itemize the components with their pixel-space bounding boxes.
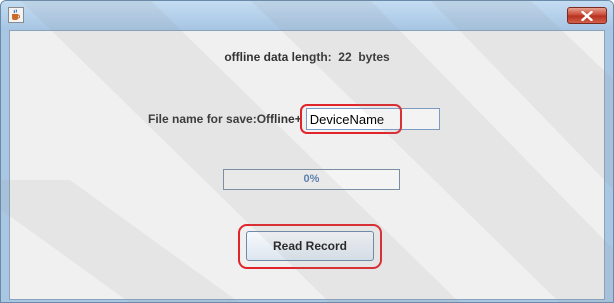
close-button[interactable] xyxy=(567,7,607,24)
offline-data-length-label: offline data length: 22 bytes xyxy=(224,50,390,64)
read-record-button[interactable]: Read Record xyxy=(246,231,374,261)
title-bar[interactable] xyxy=(1,1,613,30)
dialog-window: offline data length: 22 bytes File name … xyxy=(0,0,614,303)
file-name-label: File name for save:Offline+ xyxy=(148,112,302,126)
close-icon xyxy=(581,11,593,21)
java-cup-icon xyxy=(8,7,24,23)
file-name-row: File name for save:Offline+ xyxy=(148,104,440,134)
file-name-input[interactable] xyxy=(305,108,440,130)
screenshot-stage: offline data length: 22 bytes File name … xyxy=(0,0,614,303)
progress-percent-text: 0% xyxy=(303,173,320,185)
read-progress-bar: 0% xyxy=(223,169,400,190)
file-name-input-wrapper xyxy=(299,104,440,134)
dialog-content: offline data length: 22 bytes File name … xyxy=(9,30,605,300)
